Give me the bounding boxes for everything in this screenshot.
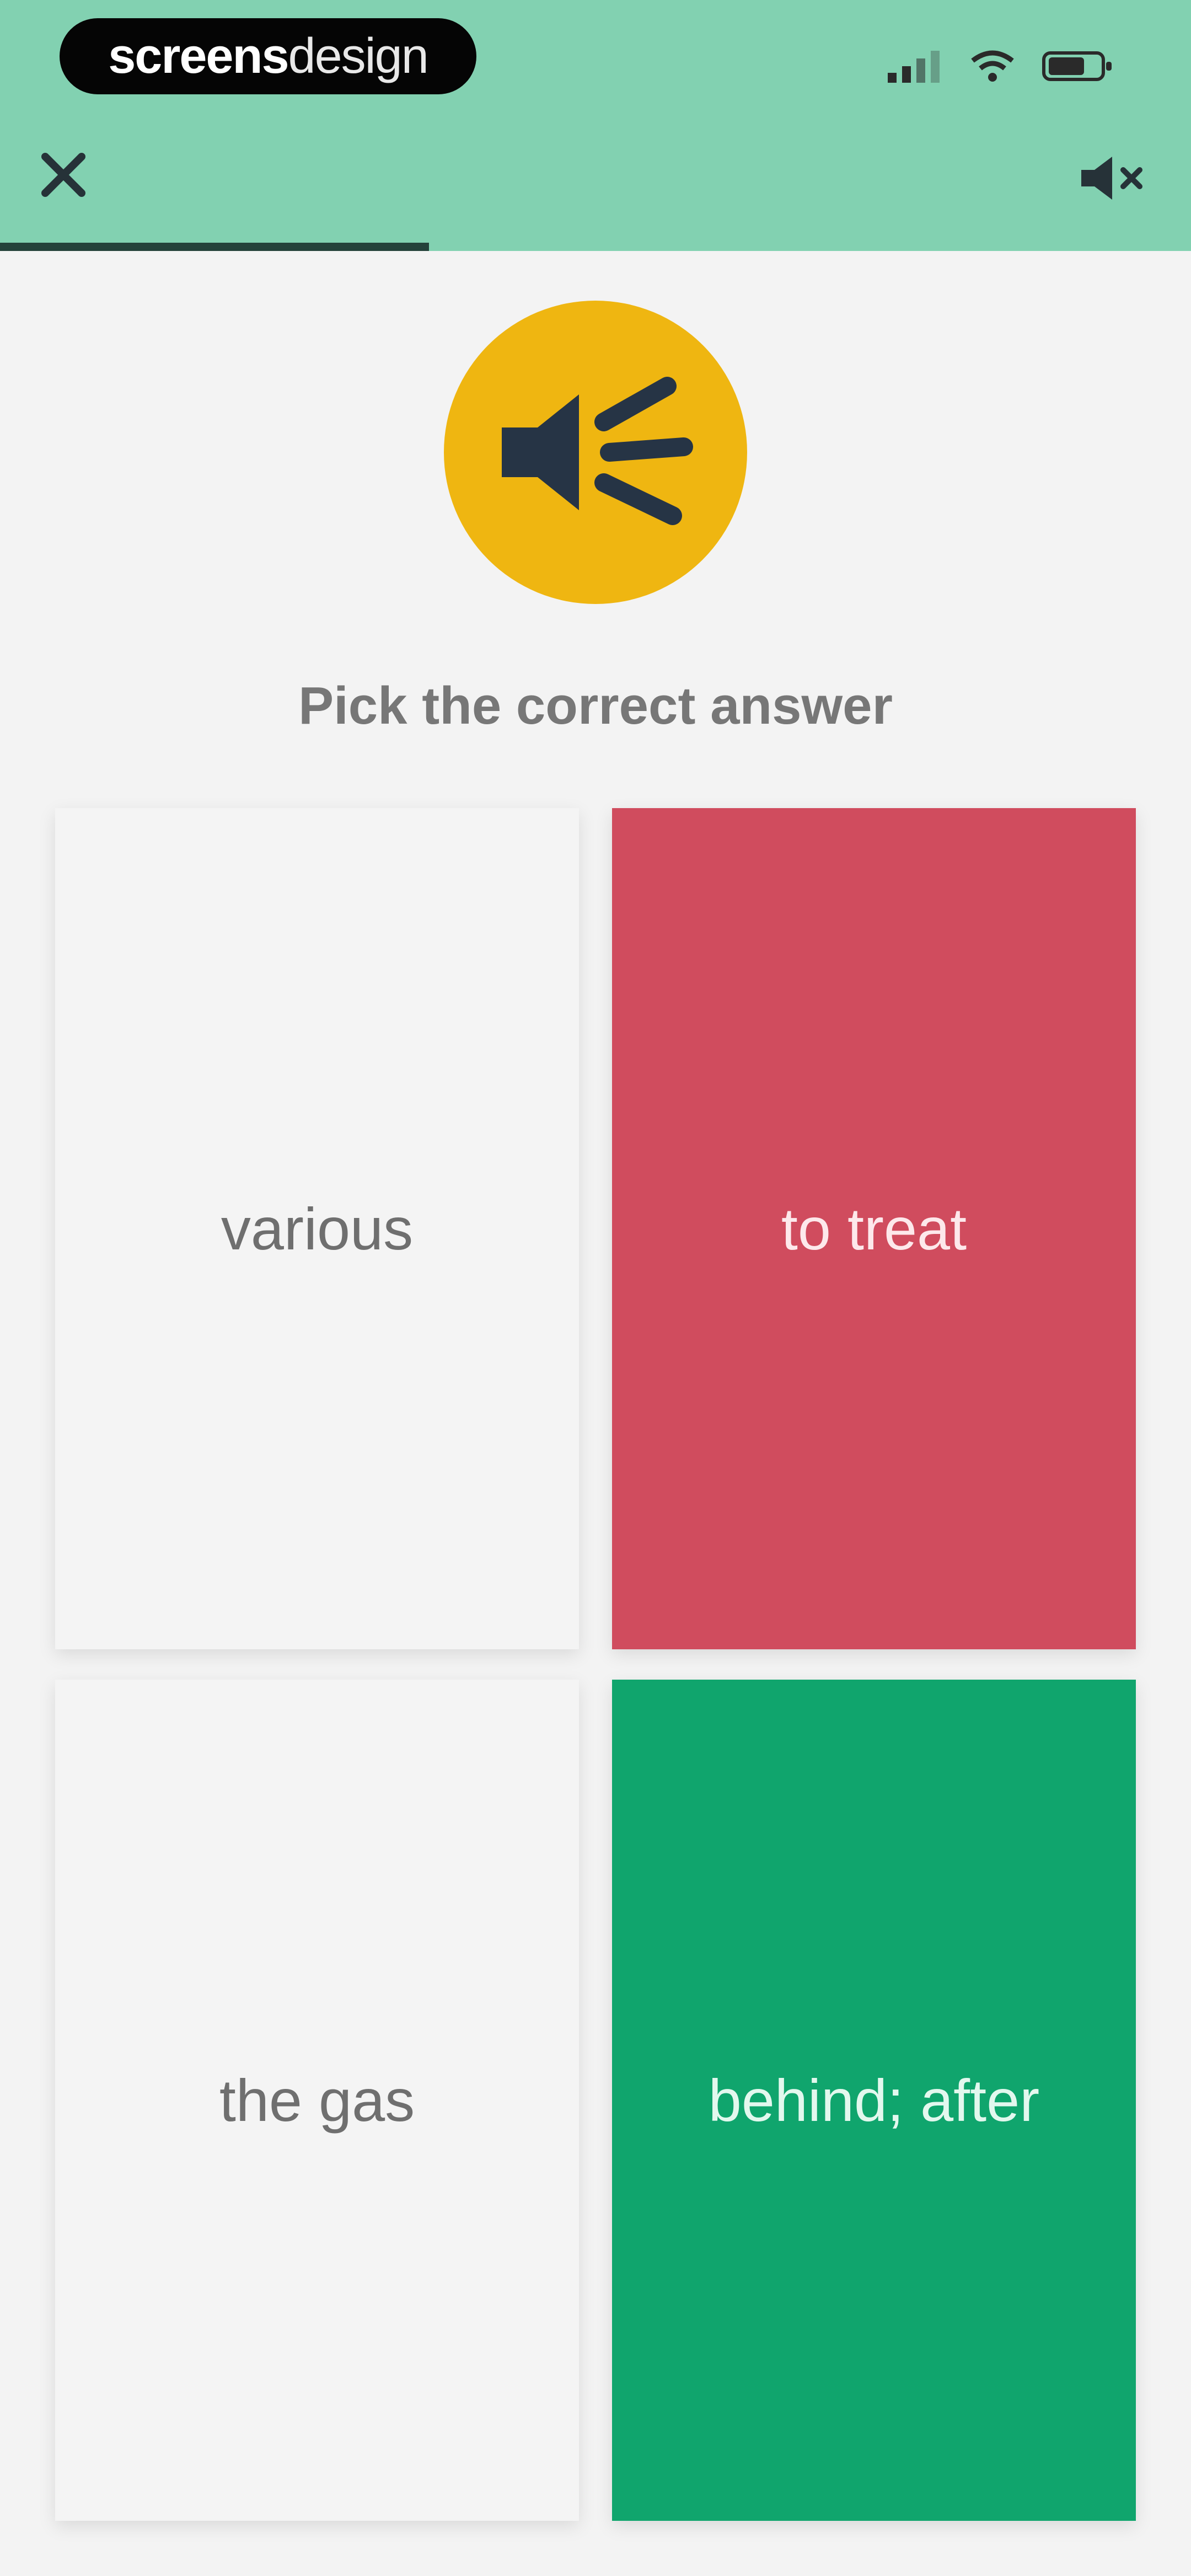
answer-label: the gas: [219, 2067, 415, 2134]
brand-logo-part1: screens: [108, 28, 289, 84]
answer-option-behind-after[interactable]: behind; after: [612, 1680, 1136, 2521]
speaker-muted-icon: [1081, 157, 1142, 200]
lesson-progress-bar: [0, 243, 1191, 251]
answer-option-various[interactable]: various: [55, 808, 579, 1649]
question-prompt: Pick the correct answer: [298, 676, 893, 735]
answer-option-to-treat[interactable]: to treat: [612, 808, 1136, 1649]
top-bar: screens design: [0, 0, 1191, 251]
status-icons: [888, 47, 1114, 85]
wifi-icon: [971, 50, 1014, 82]
answer-grid: various to treat the gas behind; after: [55, 808, 1136, 2521]
answer-label: to treat: [781, 1195, 967, 1262]
lesson-progress-fill: [0, 243, 429, 251]
battery-icon: [1042, 51, 1112, 81]
speaker-icon: [502, 377, 693, 525]
brand-logo: screens design: [60, 18, 476, 94]
answer-label: behind; after: [708, 2067, 1040, 2134]
close-icon: [41, 153, 85, 197]
sound-toggle-button[interactable]: [1075, 148, 1152, 209]
signal-icon: [888, 51, 940, 83]
close-button[interactable]: [33, 145, 94, 205]
answer-option-the-gas[interactable]: the gas: [55, 1680, 579, 2521]
answer-label: various: [221, 1195, 414, 1262]
play-audio-button[interactable]: [444, 301, 747, 604]
brand-logo-part2: design: [288, 28, 429, 84]
